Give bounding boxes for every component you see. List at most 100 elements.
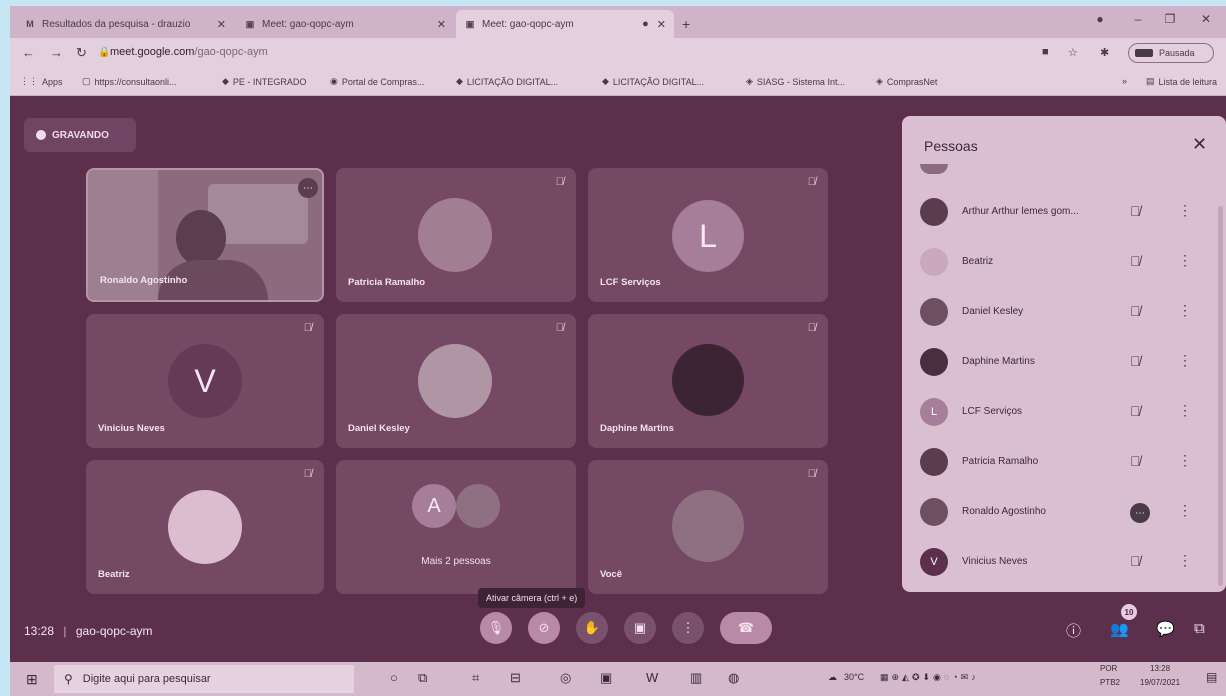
tile-lcf-servicos[interactable]: 🎙̸ L LCF Serviços [588,168,828,302]
tile-beatriz[interactable]: 🎙̸ Beatriz [86,460,324,594]
more-options-icon[interactable]: ⋯ [298,178,318,198]
app-icon[interactable]: ▥ [690,670,702,686]
activities-icon[interactable]: ⧉ [1194,620,1205,637]
clock-date[interactable]: 19/07/2021 [1140,678,1180,687]
close-icon[interactable]: ✕ [657,18,666,31]
participant-row[interactable]: Patricia Ramalho 🎙̸ ⋮ [902,438,1226,488]
more-vert-icon[interactable]: ⋮ [1178,302,1192,319]
close-icon[interactable]: ✕ [217,18,226,31]
forward-icon[interactable]: → [50,45,63,60]
more-vert-icon[interactable]: ⋮ [1178,552,1192,569]
extensions-icon[interactable]: ✱ [1100,46,1109,59]
bookmark-siasg[interactable]: ◈ SIASG - Sistema Int... [746,76,845,87]
url-field[interactable]: meet.google.com/gao-qopc-aym [110,46,268,58]
cortana-icon[interactable]: ○ [390,670,398,685]
reload-icon[interactable]: ↻ [76,45,87,61]
windows-start-icon[interactable]: ⊞ [26,671,38,688]
bookmark-consultaonline[interactable]: ▢ https://consultaonli... [82,76,177,87]
profile-paused-button[interactable]: Pausada [1128,43,1214,63]
leave-call-button[interactable]: ☎ [720,612,772,644]
site-icon: ◆ [602,76,609,86]
avatar: L [920,398,948,426]
app-icon[interactable]: ⊟ [510,670,521,686]
participant-row[interactable]: V Vinicius Neves 🎙̸ ⋮ [902,538,1226,588]
avatar [920,248,948,276]
close-icon[interactable]: ✕ [1192,134,1207,155]
close-icon[interactable]: ✕ [437,18,446,31]
chat-icon[interactable]: 💬 [1156,620,1175,638]
chrome-icon[interactable]: ◎ [560,670,571,686]
tile-vinicius-neves[interactable]: 🎙̸ V Vinicius Neves [86,314,324,448]
account-icon[interactable]: ● [1090,12,1110,26]
tab-meet-1[interactable]: ▣ Meet: gao-qopc-aym ✕ [236,10,454,38]
window-close-button[interactable]: ✕ [1196,12,1216,26]
site-icon: ◈ [746,76,753,86]
mic-off-icon: 🎙̸ [1130,353,1141,369]
maximize-button[interactable]: ❐ [1160,12,1180,26]
more-vert-icon[interactable]: ⋮ [1178,202,1192,219]
participant-row[interactable]: Daphine Martins 🎙̸ ⋮ [902,338,1226,388]
info-icon[interactable]: ⓘ [1066,620,1081,641]
tab-gmail-search[interactable]: M Resultados da pesquisa - drauzio ✕ [16,10,234,38]
participant-row[interactable]: Ronaldo Agostinho ⋯ ⋮ [902,488,1226,538]
star-icon[interactable]: ☆ [1068,46,1078,59]
more-vert-icon[interactable]: ⋮ [1178,402,1192,419]
participant-row[interactable]: Beatriz 🎙̸ ⋮ [902,238,1226,288]
clock-time[interactable]: 13:28 [1150,664,1170,673]
camera-icon[interactable]: ■ [1042,46,1049,58]
word-icon[interactable]: W [646,670,658,685]
present-button[interactable]: ▣ [624,612,656,644]
tile-daniel-kesley[interactable]: 🎙̸ Daniel Kesley [336,314,576,448]
reading-list-button[interactable]: ▤ Lista de leitura [1146,76,1217,87]
task-view-icon[interactable]: ⧉ [418,670,427,686]
tile-patricia-ramalho[interactable]: 🎙̸ Patricia Ramalho [336,168,576,302]
panel-scrollbar[interactable] [1218,206,1223,586]
phone-hangup-icon: ☎ [737,620,755,635]
notifications-icon[interactable]: ▤ [1206,670,1217,684]
tab-meet-2[interactable]: ▣ Meet: gao-qopc-aym ● ✕ [456,10,674,38]
more-vert-icon[interactable]: ⋮ [1178,502,1192,519]
language-indicator[interactable]: POR [1100,664,1117,673]
bookmark-licitacao-1[interactable]: ◆ LICITAÇÃO DIGITAL... [456,76,558,87]
mic-off-icon: 🎙 [487,620,505,635]
bookmark-apps[interactable]: ⋮⋮ Apps [20,76,63,87]
app-icon[interactable]: ⌗ [472,670,479,686]
app-icon[interactable]: ◍ [728,670,739,686]
participant-row[interactable]: L LCF Serviços 🎙̸ ⋮ [902,388,1226,438]
bookmark-comprasnet[interactable]: ◈ ComprasNet [876,76,937,87]
system-tray-icons[interactable]: ▦⊕◭✪⬇◉◌◔✉♪ [880,672,979,683]
more-vert-icon[interactable]: ⋮ [1178,352,1192,369]
bookmark-pe-integrado[interactable]: ◆ PE - INTEGRADO [222,76,306,87]
tile-more-people[interactable]: A Mais 2 pessoas [336,460,576,594]
app-icon[interactable]: ▣ [600,670,612,686]
participant-count-badge: 10 [1121,604,1137,620]
bookmark-portal-compras[interactable]: ◉ Portal de Compras... [330,76,424,87]
back-icon[interactable]: ← [22,45,35,60]
tile-daphine-martins[interactable]: 🎙̸ Daphine Martins [588,314,828,448]
page-icon: ▢ [82,76,91,86]
participant-row[interactable]: Daniel Kesley 🎙̸ ⋮ [902,288,1226,338]
more-options-icon[interactable]: ⋯ [1130,503,1150,523]
hand-icon: ✋ [583,620,601,635]
bookmark-licitacao-2[interactable]: ◆ LICITAÇÃO DIGITAL... [602,76,704,87]
meet-icon: ▣ [245,18,255,29]
minimize-button[interactable]: – [1128,12,1148,26]
new-tab-button[interactable]: + [682,16,690,32]
taskbar-search-input[interactable]: ⚲ Digite aqui para pesquisar [54,665,354,693]
tile-ronaldo-agostinho[interactable]: ⋯ Ronaldo Agostinho [86,168,324,302]
raise-hand-button[interactable]: ✋ [576,612,608,644]
mic-off-icon: 🎙̸ [807,468,816,480]
tile-self[interactable]: 🎙̸ Você [588,460,828,594]
participant-row[interactable]: Arthur Arthur lemes gom... 🎙̸ ⋮ [902,188,1226,238]
mic-toggle-button[interactable]: 🎙 [480,612,512,644]
people-icon[interactable]: 👥 [1110,620,1129,638]
keyboard-layout[interactable]: PTB2 [1100,678,1120,687]
more-options-button[interactable]: ⋮ [672,612,704,644]
mic-off-icon: 🎙̸ [303,468,312,480]
more-vert-icon[interactable]: ⋮ [1178,252,1192,269]
avatar [920,348,948,376]
chevron-right-icon[interactable]: » [1122,76,1127,86]
more-vert-icon[interactable]: ⋮ [1178,452,1192,469]
camera-toggle-button[interactable]: ⊘ [528,612,560,644]
avatar [418,344,492,418]
